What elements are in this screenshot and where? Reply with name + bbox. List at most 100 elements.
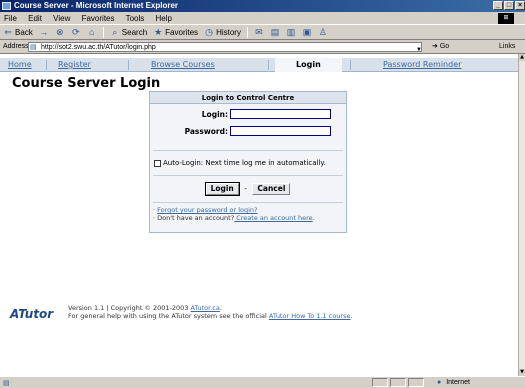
globe-icon: ● (437, 379, 442, 386)
form-divider (153, 202, 343, 203)
go-label: Go (439, 43, 450, 50)
login-button[interactable]: Login (204, 182, 240, 196)
go-arrow-icon: ➜ (432, 43, 438, 50)
history-button[interactable]: ◷ History (204, 25, 241, 40)
create-account-link[interactable]: Create an account here (234, 214, 312, 222)
atutor-site-link[interactable]: ATutor.ca (191, 304, 220, 312)
site-nav: Home Register Browse Courses Login Passw… (0, 58, 518, 72)
window-controls: _ □ × (493, 1, 525, 10)
scroll-down-icon[interactable]: ▼ (519, 369, 525, 376)
vertical-scrollbar[interactable]: ▲ ▼ (518, 54, 525, 376)
login-input[interactable] (230, 109, 331, 119)
status-cell (408, 378, 424, 387)
ie-app-icon (2, 2, 11, 10)
forward-arrow-icon: → (39, 27, 49, 37)
address-label: Address (3, 43, 29, 50)
zone-label: Internet (446, 379, 470, 386)
menu-file[interactable]: File (4, 14, 17, 23)
button-separator: - (244, 185, 247, 193)
menu-view[interactable]: View (53, 14, 70, 23)
login-label: Login: (201, 110, 228, 119)
search-button[interactable]: ⌕ Search (110, 25, 147, 40)
print-icon[interactable]: ▤ (270, 27, 280, 37)
page-content: Home Register Browse Courses Login Passw… (0, 54, 518, 376)
discuss-icon[interactable]: ▣ (302, 27, 312, 37)
history-icon: ◷ (205, 27, 213, 37)
auto-login-checkbox[interactable] (154, 159, 161, 167)
address-bar: Address ▤ http://sot2.swu.ac.th/ATutor/l… (0, 40, 525, 54)
create-suffix: . (312, 214, 315, 222)
address-url: http://sot2.swu.ac.th/ATutor/login.php (41, 44, 156, 51)
password-row: Password: (150, 124, 346, 138)
form-buttons: Login - Cancel (150, 182, 346, 196)
help-text: For general help with using the ATutor s… (68, 312, 269, 320)
form-divider (153, 150, 343, 151)
go-button[interactable]: ➜ Go (432, 40, 449, 54)
atutor-logo[interactable]: ATutor (10, 307, 53, 321)
nav-divider (128, 60, 129, 70)
menu-tools[interactable]: Tools (126, 14, 145, 23)
password-input[interactable] (230, 126, 331, 136)
nav-divider (46, 60, 47, 70)
close-button[interactable]: × (515, 1, 525, 10)
help-suffix: . (350, 312, 353, 320)
favorites-label: Favorites (165, 27, 199, 37)
page-title: Course Server Login (12, 76, 161, 91)
create-line: · Don't have an account? Create an accou… (153, 214, 315, 222)
favorites-button[interactable]: ★ Favorites (153, 25, 198, 40)
footer-text: Version 1.1 | Copyright © 2001-2003 ATut… (68, 304, 353, 320)
forgot-line: · Forgot your password or login? (153, 206, 315, 214)
back-arrow-icon: ⇐ (4, 27, 12, 37)
forward-button[interactable]: → (39, 27, 49, 37)
back-button[interactable]: ⇐ Back (3, 25, 33, 40)
browser-toolbar: ⇐ Back → ⊗ ⟳ ⌂ ⌕ Search ★ Favorites ◷ Hi… (0, 25, 525, 40)
nav-register[interactable]: Register (58, 58, 91, 72)
search-label: Search (121, 27, 148, 37)
address-input[interactable]: ▤ http://sot2.swu.ac.th/ATutor/login.php (28, 42, 422, 52)
menu-help[interactable]: Help (156, 14, 172, 23)
nav-divider (268, 60, 269, 70)
login-form-header: Login to Control Centre (150, 92, 346, 104)
help-links: · Forgot your password or login? · Don't… (153, 206, 315, 222)
form-divider (153, 175, 343, 176)
security-zone: ● Internet (437, 377, 470, 388)
no-account-text: · Don't have an account? (153, 214, 235, 222)
page-icon: ▤ (30, 44, 37, 51)
refresh-icon[interactable]: ⟳ (71, 27, 81, 37)
cancel-button[interactable]: Cancel (252, 183, 291, 195)
home-icon[interactable]: ⌂ (87, 27, 97, 37)
toolbar-divider (246, 26, 248, 38)
maximize-button[interactable]: □ (504, 1, 514, 10)
stop-icon[interactable]: ⊗ (55, 27, 65, 37)
version-text: Version 1.1 | Copyright © 2001-2003 (68, 304, 191, 312)
search-icon: ⌕ (112, 27, 118, 37)
footer-version: Version 1.1 | Copyright © 2001-2003 ATut… (68, 304, 353, 312)
status-cell (390, 378, 406, 387)
forgot-password-link[interactable]: Forgot your password or login? (157, 206, 257, 214)
password-label: Password: (184, 127, 228, 136)
window-titlebar[interactable]: Course Server - Microsoft Internet Explo… (0, 0, 525, 12)
edit-icon[interactable]: ▥ (286, 27, 296, 37)
nav-home[interactable]: Home (8, 58, 32, 72)
status-bar: ▤ ● Internet (0, 376, 525, 388)
how-to-course-link[interactable]: ATutor How To 1.1 course (269, 312, 351, 320)
scroll-up-icon[interactable]: ▲ (519, 54, 525, 61)
mail-icon[interactable]: ✉ (254, 27, 264, 37)
minimize-button[interactable]: _ (493, 1, 503, 10)
messenger-icon[interactable]: ♙ (318, 27, 328, 37)
auto-login-label: Auto-Login: Next time log me in automati… (163, 159, 326, 167)
menu-edit[interactable]: Edit (28, 14, 42, 23)
favorites-icon: ★ (154, 27, 163, 37)
menu-favorites[interactable]: Favorites (82, 14, 115, 23)
page-loaded-icon: ▤ (3, 380, 10, 387)
links-button[interactable]: Links (499, 40, 515, 54)
toolbar-divider (102, 26, 104, 38)
back-label: Back (15, 27, 33, 37)
auto-login-option[interactable]: Auto-Login: Next time log me in automati… (154, 159, 326, 167)
login-form: Login to Control Centre Login: Password:… (149, 91, 347, 233)
nav-password-reminder[interactable]: Password Reminder (383, 58, 461, 72)
nav-login[interactable]: Login (275, 58, 342, 72)
window-title: Course Server - Microsoft Internet Explo… (14, 1, 179, 10)
menu-bar: File Edit View Favorites Tools Help ⊞ (0, 12, 525, 25)
nav-browse-courses[interactable]: Browse Courses (151, 58, 215, 72)
